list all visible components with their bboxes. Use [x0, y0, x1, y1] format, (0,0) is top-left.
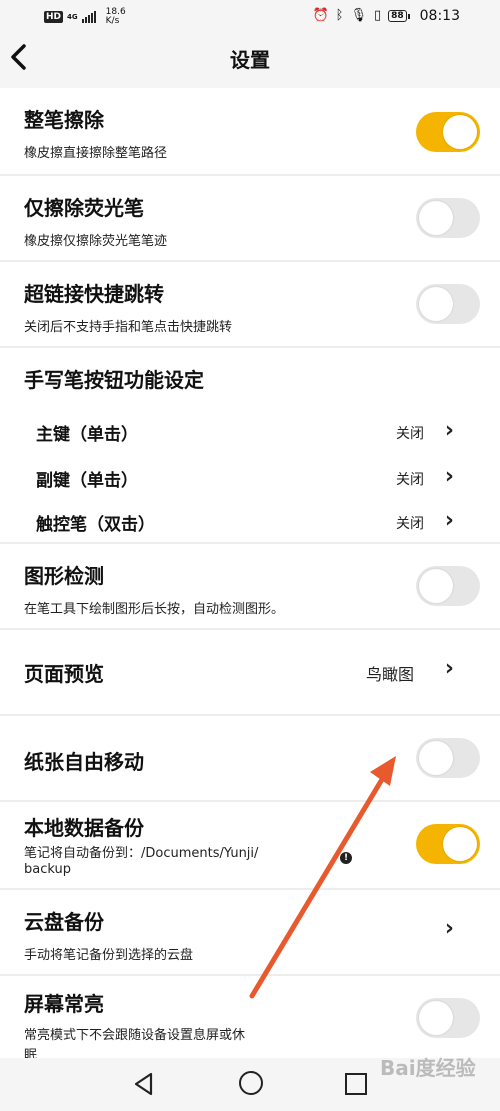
setting-description: 在笔工具下绘制图形后长按，自动检测图形。: [24, 602, 285, 617]
paper-free-move-toggle[interactable]: [416, 738, 480, 778]
local-backup-toggle[interactable]: [416, 824, 480, 864]
pen-button-item-double-tap[interactable]: 触控笔（双击） 关闭 ›: [0, 500, 500, 542]
hd-badge: HD: [44, 11, 64, 23]
chevron-right-icon: ›: [444, 464, 454, 489]
status-right: ⏰ ᛒ 🎙 ▯ 88 08:13: [312, 8, 460, 24]
pen-item-label: 副键（单击）: [36, 471, 138, 491]
watermark-logo: Bai度经验: [380, 1056, 476, 1080]
pen-button-item-secondary[interactable]: 副键（单击） 关闭 ›: [0, 454, 500, 498]
pen-item-value: 关闭: [396, 516, 424, 532]
setting-shape-detect: 图形检测 在笔工具下绘制图形后长按，自动检测图形。: [0, 544, 500, 630]
screen-on-toggle[interactable]: [416, 998, 480, 1038]
setting-label: 仅擦除荧光笔: [24, 196, 144, 220]
setting-label: 图形检测: [24, 564, 104, 588]
signal-icon: [81, 11, 96, 23]
pen-item-label: 主键（单击）: [36, 425, 138, 445]
setting-description: 关闭后不支持手指和笔点击快捷跳转: [24, 320, 233, 335]
setting-paper-free-move: 纸张自由移动: [0, 716, 500, 802]
setting-label: 纸张自由移动: [24, 750, 144, 774]
page-title: 设置: [230, 48, 270, 72]
setting-label: 手写笔按钮功能设定: [24, 368, 204, 392]
pen-item-value: 关闭: [396, 426, 424, 442]
microphone-icon: 🎙: [350, 8, 367, 23]
setting-whole-erase: 整笔擦除 橡皮擦直接擦除整笔路径: [0, 88, 500, 176]
setting-screen-on: 屏幕常亮 常亮模式下不会跟随设备设置息屏或休 眠: [0, 976, 500, 1063]
setting-description: backup: [24, 862, 71, 877]
status-bar: HD 4G 18.6 K/s ⏰ ᛒ 🎙 ▯ 88 08:13: [0, 0, 500, 34]
nav-back-icon[interactable]: [133, 1072, 155, 1096]
chevron-right-icon: ›: [444, 508, 454, 533]
settings-list: 整笔擦除 橡皮擦直接擦除整笔路径 仅擦除荧光笔 橡皮擦仅擦除荧光笔笔迹 超链接快…: [0, 88, 500, 1063]
clock: 08:13: [419, 8, 460, 24]
title-bar: 设置: [0, 34, 500, 84]
speed-unit: K/s: [105, 16, 120, 26]
setting-label: 整笔擦除: [24, 108, 104, 132]
hyperlink-jump-toggle[interactable]: [416, 284, 480, 324]
pen-item-label: 触控笔（双击）: [36, 515, 155, 535]
setting-label: 页面预览: [24, 662, 104, 686]
setting-description: 橡皮擦仅擦除荧光笔笔迹: [24, 234, 168, 249]
erase-highlighter-toggle[interactable]: [416, 198, 480, 238]
setting-description: 笔记将自动备份到：/Documents/Yunji/: [24, 846, 259, 861]
setting-label: 屏幕常亮: [24, 992, 104, 1016]
setting-label: 云盘备份: [24, 910, 104, 934]
nav-recent-icon[interactable]: [345, 1073, 367, 1095]
page-preview-value: 鸟瞰图: [365, 665, 414, 684]
setting-description: 手动将笔记备份到选择的云盘: [24, 948, 194, 963]
shape-detect-toggle[interactable]: [416, 566, 480, 606]
setting-local-backup: 本地数据备份 笔记将自动备份到：/Documents/Yunji/ backup…: [0, 802, 500, 890]
setting-description: 常亮模式下不会跟随设备设置息屏或休: [24, 1028, 246, 1043]
info-icon[interactable]: !: [340, 852, 352, 864]
setting-erase-highlighter: 仅擦除荧光笔 橡皮擦仅擦除荧光笔笔迹: [0, 176, 500, 262]
pen-button-item-primary[interactable]: 主键（单击） 关闭 ›: [0, 408, 500, 452]
alarm-icon: ⏰: [312, 8, 329, 23]
network-speed: 18.6 K/s: [106, 8, 126, 26]
whole-erase-toggle[interactable]: [416, 112, 480, 152]
setting-description: 橡皮擦直接擦除整笔路径: [24, 146, 168, 161]
setting-label: 本地数据备份: [24, 816, 144, 840]
setting-pen-button: 手写笔按钮功能设定 主键（单击） 关闭 › 副键（单击） 关闭 › 触控笔（双击…: [0, 348, 500, 544]
vibrate-icon: ▯: [373, 8, 382, 23]
status-left: HD 4G 18.6 K/s: [44, 8, 126, 26]
network-type: 4G: [67, 12, 78, 21]
battery-icon: 88: [388, 10, 410, 22]
chevron-right-icon: ›: [444, 916, 454, 941]
chevron-right-icon: ›: [444, 418, 454, 443]
setting-hyperlink-jump: 超链接快捷跳转 关闭后不支持手指和笔点击快捷跳转: [0, 262, 500, 348]
setting-cloud-backup[interactable]: 云盘备份 手动将笔记备份到选择的云盘 ›: [0, 890, 500, 976]
pen-item-value: 关闭: [396, 472, 424, 488]
setting-page-preview[interactable]: 页面预览 鸟瞰图 ›: [0, 630, 500, 716]
bluetooth-icon: ᛒ: [335, 8, 344, 23]
chevron-right-icon: ›: [444, 656, 454, 681]
setting-label: 超链接快捷跳转: [24, 282, 164, 306]
nav-home-icon[interactable]: [239, 1071, 263, 1095]
